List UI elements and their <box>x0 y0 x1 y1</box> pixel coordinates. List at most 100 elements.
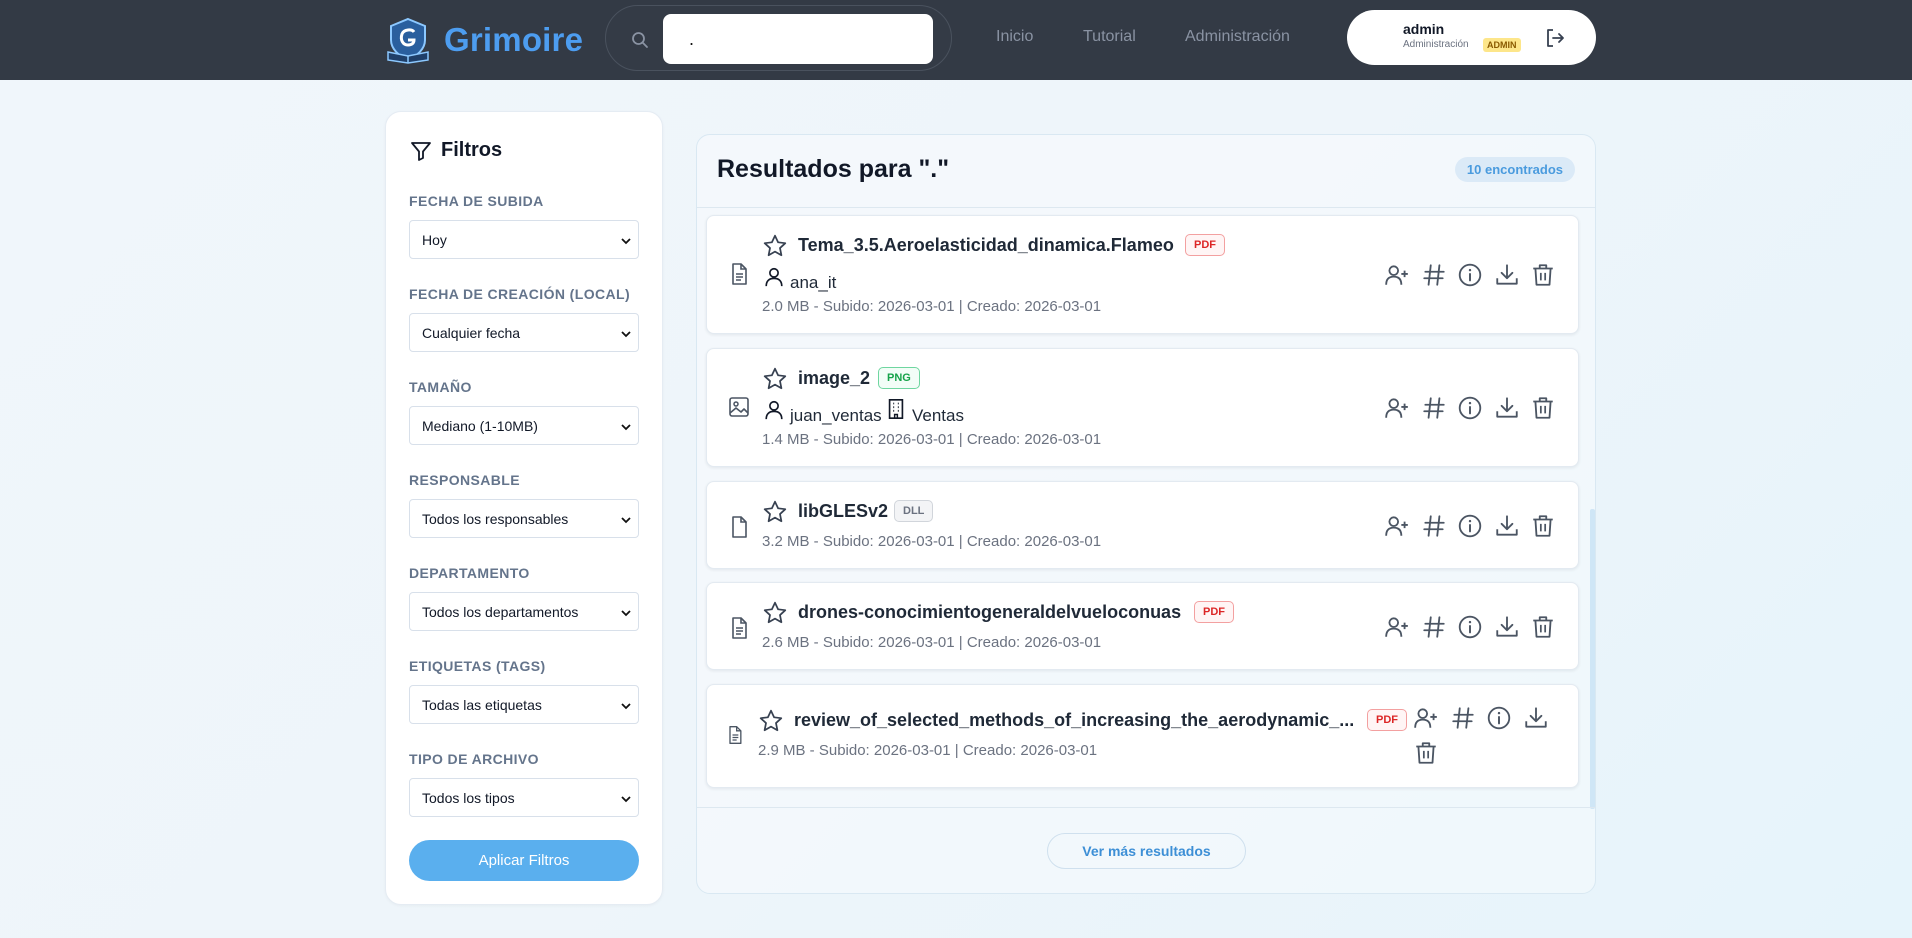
document-icon <box>732 263 747 285</box>
nav-inicio[interactable]: Inicio <box>996 28 1033 46</box>
top-navbar: Grimoire Inicio Tutorial Administración … <box>0 0 1912 80</box>
trash-icon[interactable] <box>1530 614 1556 640</box>
nav-tutorial[interactable]: Tutorial <box>1083 28 1136 46</box>
file-meta: 2.6 MB - Subido: 2026-03-01 | Creado: 20… <box>762 634 1102 651</box>
trash-icon[interactable] <box>1530 513 1556 539</box>
image-icon <box>729 397 749 417</box>
info-icon[interactable] <box>1486 705 1512 731</box>
select-value: Todos los tipos <box>422 789 515 806</box>
select-responsable[interactable]: Todos los responsables <box>409 499 639 538</box>
app-name: Grimoire <box>444 21 584 58</box>
brand[interactable]: Grimoire <box>384 12 583 68</box>
select-tipo-archivo[interactable]: Todos los tipos <box>409 778 639 817</box>
file-name[interactable]: Tema_3.5.Aeroelasticidad_dinamica.Flameo <box>798 235 1174 256</box>
select-tamano[interactable]: Mediano (1-10MB) <box>409 406 639 445</box>
info-icon[interactable] <box>1457 262 1483 288</box>
assign-user-icon[interactable] <box>1413 705 1439 731</box>
file-icon <box>732 516 747 538</box>
label-fecha-creacion: FECHA DE CREACIÓN (LOCAL) <box>409 286 631 302</box>
chevron-down-icon <box>621 424 631 431</box>
search-bar <box>605 5 952 71</box>
user-role-badge: ADMIN <box>1483 38 1521 52</box>
download-icon[interactable] <box>1494 395 1520 421</box>
file-department: Ventas <box>912 406 964 425</box>
assign-user-icon[interactable] <box>1384 262 1410 288</box>
hash-icon[interactable] <box>1450 705 1476 731</box>
trash-icon[interactable] <box>1530 395 1556 421</box>
hash-icon[interactable] <box>1421 513 1447 539</box>
search-icon <box>632 32 648 48</box>
results-scrollbar[interactable] <box>1590 509 1595 809</box>
chevron-down-icon <box>621 331 631 338</box>
user-name: admin <box>1403 21 1445 37</box>
filter-icon <box>411 142 431 161</box>
apply-filters-button[interactable]: Aplicar Filtros <box>409 840 639 881</box>
hash-icon[interactable] <box>1421 614 1447 640</box>
star-icon[interactable] <box>762 233 788 259</box>
select-fecha-subida[interactable]: Hoy <box>409 220 639 259</box>
nav-administracion[interactable]: Administración <box>1185 28 1290 46</box>
result-item[interactable]: Tema_3.5.Aeroelasticidad_dinamica.Flameo… <box>706 215 1579 334</box>
assign-user-icon[interactable] <box>1384 513 1410 539</box>
file-type-badge: PDF <box>1367 709 1407 731</box>
divider <box>697 807 1595 808</box>
select-fecha-creacion[interactable]: Cualquier fecha <box>409 313 639 352</box>
file-name[interactable]: review_of_selected_methods_of_increasing… <box>794 710 1357 731</box>
select-departamento[interactable]: Todos los departamentos <box>409 592 639 631</box>
logout-icon[interactable] <box>1543 26 1567 50</box>
hash-icon[interactable] <box>1421 395 1447 421</box>
info-icon[interactable] <box>1457 395 1483 421</box>
select-etiquetas[interactable]: Todas las etiquetas <box>409 685 639 724</box>
label-responsable: RESPONSABLE <box>409 472 520 488</box>
results-count-badge: 10 encontrados <box>1454 157 1575 182</box>
result-item[interactable]: image_2 PNG juan_ventas Ventas 1.4 MB - … <box>706 348 1579 467</box>
filters-title: Filtros <box>441 139 503 161</box>
results-title: Resultados para "." <box>717 155 950 183</box>
search-input[interactable] <box>663 14 933 64</box>
download-icon[interactable] <box>1494 614 1520 640</box>
result-item[interactable]: drones-conocimientogeneraldelvueloconuas… <box>706 582 1579 670</box>
building-icon <box>888 399 904 419</box>
label-tipo-archivo: TIPO DE ARCHIVO <box>409 751 539 767</box>
result-item[interactable]: libGLESv2 DLL 3.2 MB - Subido: 2026-03-0… <box>706 481 1579 569</box>
download-icon[interactable] <box>1494 513 1520 539</box>
label-etiquetas: ETIQUETAS (TAGS) <box>409 658 546 674</box>
file-name[interactable]: image_2 <box>798 368 870 389</box>
info-icon[interactable] <box>1457 614 1483 640</box>
result-item[interactable]: review_of_selected_methods_of_increasing… <box>706 684 1579 788</box>
load-more-button[interactable]: Ver más resultados <box>1047 833 1246 869</box>
select-value: Todos los departamentos <box>422 603 579 620</box>
file-name[interactable]: drones-conocimientogeneraldelvueloconuas <box>798 602 1181 623</box>
chevron-down-icon <box>621 238 631 245</box>
document-icon <box>732 617 747 639</box>
file-name[interactable]: libGLESv2 <box>798 501 888 522</box>
file-owner: juan_ventas <box>790 406 882 425</box>
assign-user-icon[interactable] <box>1384 395 1410 421</box>
hash-icon[interactable] <box>1421 262 1447 288</box>
user-icon <box>765 400 783 420</box>
star-icon[interactable] <box>762 600 788 626</box>
trash-icon[interactable] <box>1530 262 1556 288</box>
label-tamano: TAMAÑO <box>409 379 472 395</box>
assign-user-icon[interactable] <box>1384 614 1410 640</box>
file-type-badge: PDF <box>1194 601 1234 623</box>
star-icon[interactable] <box>758 708 784 734</box>
user-icon <box>765 267 783 287</box>
file-meta: 1.4 MB - Subido: 2026-03-01 | Creado: 20… <box>762 431 1102 448</box>
chevron-down-icon <box>621 517 631 524</box>
select-value: Hoy <box>422 231 447 248</box>
file-meta: 3.2 MB - Subido: 2026-03-01 | Creado: 20… <box>762 533 1102 550</box>
download-icon[interactable] <box>1494 262 1520 288</box>
select-value: Cualquier fecha <box>422 324 521 341</box>
download-icon[interactable] <box>1523 705 1549 731</box>
info-icon[interactable] <box>1457 513 1483 539</box>
divider <box>697 207 1595 208</box>
star-icon[interactable] <box>762 366 788 392</box>
chevron-down-icon <box>621 796 631 803</box>
trash-icon[interactable] <box>1413 740 1439 766</box>
file-meta: 2.9 MB - Subido: 2026-03-01 | Creado: 20… <box>758 742 1098 759</box>
star-icon[interactable] <box>762 499 788 525</box>
results-panel: Resultados para "." 10 encontrados Tema_… <box>696 134 1596 894</box>
filters-panel: Filtros FECHA DE SUBIDA Hoy FECHA DE CRE… <box>385 111 663 905</box>
document-icon <box>729 726 742 744</box>
